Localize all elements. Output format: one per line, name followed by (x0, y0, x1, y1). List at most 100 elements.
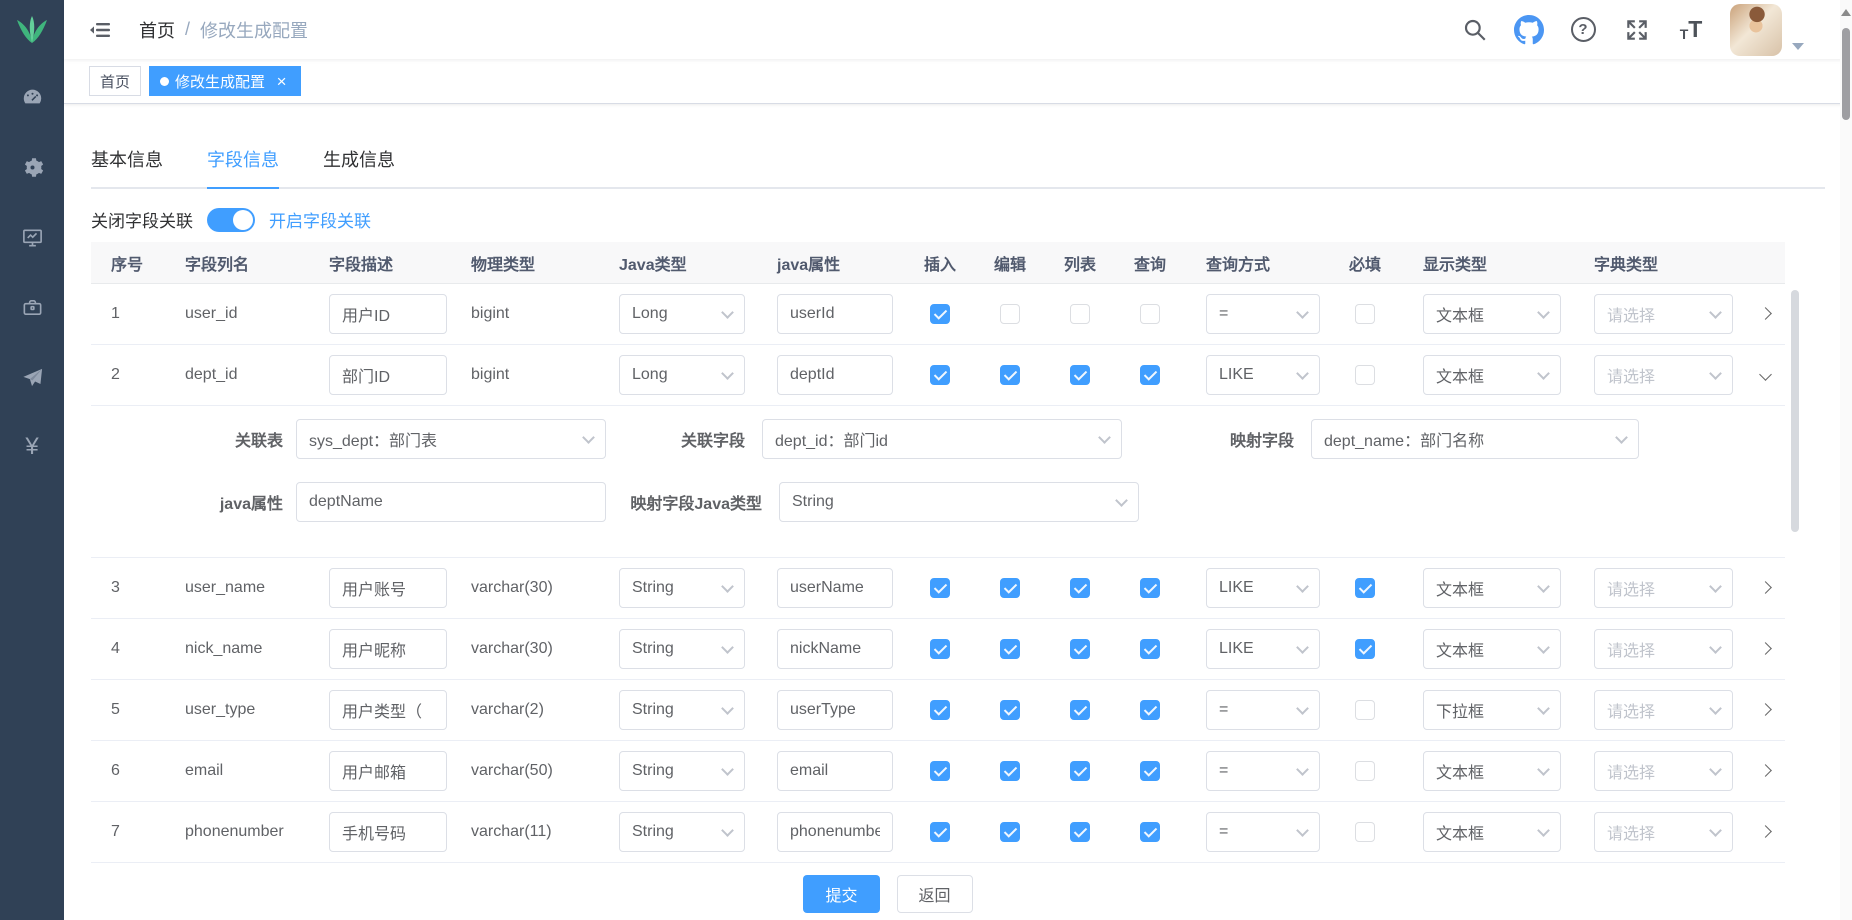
scrollbar-thumb[interactable] (1842, 28, 1850, 120)
query-method-select[interactable]: LIKE (1206, 568, 1320, 608)
query-method-select[interactable]: = (1206, 294, 1320, 334)
query-method-select[interactable]: = (1206, 751, 1320, 791)
sidebar-item-pay[interactable]: ¥ (0, 436, 64, 458)
list-checkbox[interactable] (1070, 578, 1090, 598)
insert-checkbox[interactable] (930, 578, 950, 598)
description-input[interactable] (329, 355, 447, 395)
display-type-select[interactable]: 文本框 (1423, 751, 1561, 791)
dict-type-select[interactable]: 请选择 (1594, 629, 1733, 669)
tab-gen-info[interactable]: 生成信息 (323, 146, 395, 187)
back-button[interactable]: 返回 (897, 875, 973, 913)
insert-checkbox[interactable] (930, 761, 950, 781)
sidebar-item-monitor[interactable] (0, 226, 64, 248)
java-type-select[interactable]: String (619, 629, 745, 669)
java-field-input[interactable] (777, 294, 893, 334)
required-checkbox[interactable] (1355, 822, 1375, 842)
java-field-input[interactable] (777, 629, 893, 669)
list-checkbox[interactable] (1070, 761, 1090, 781)
tag-close-icon[interactable]: × (273, 73, 290, 90)
query-method-select[interactable]: LIKE (1206, 355, 1320, 395)
java-type-select[interactable]: String (619, 568, 745, 608)
display-type-select[interactable]: 文本框 (1423, 294, 1561, 334)
java-field-input[interactable] (777, 355, 893, 395)
expand-arrow-icon[interactable] (1759, 764, 1772, 777)
tab-field-info[interactable]: 字段信息 (207, 146, 279, 189)
description-input[interactable] (329, 812, 447, 852)
java-type-select[interactable]: String (619, 812, 745, 852)
expand-arrow-icon[interactable] (1759, 581, 1772, 594)
query-checkbox[interactable] (1140, 700, 1160, 720)
display-type-select[interactable]: 文本框 (1423, 568, 1561, 608)
relation-field-select[interactable]: dept_id：部门id (762, 419, 1122, 459)
insert-checkbox[interactable] (930, 304, 950, 324)
edit-checkbox[interactable] (1000, 639, 1020, 659)
sidebar-item-system[interactable] (0, 156, 64, 178)
breadcrumb-home-link[interactable]: 首页 (139, 17, 175, 43)
query-checkbox[interactable] (1140, 304, 1160, 324)
table-scrollbar-thumb[interactable] (1791, 290, 1799, 532)
query-method-select[interactable]: = (1206, 690, 1320, 730)
sidebar-fold-icon[interactable] (89, 18, 113, 42)
expand-arrow-icon[interactable] (1759, 825, 1772, 838)
tag-home[interactable]: 首页 (89, 66, 141, 96)
edit-checkbox[interactable] (1000, 578, 1020, 598)
list-checkbox[interactable] (1070, 639, 1090, 659)
expand-arrow-icon[interactable] (1759, 368, 1772, 381)
java-type-select[interactable]: Long (619, 355, 745, 395)
required-checkbox[interactable] (1355, 578, 1375, 598)
display-type-select[interactable]: 文本框 (1423, 355, 1561, 395)
description-input[interactable] (329, 690, 447, 730)
dict-type-select[interactable]: 请选择 (1594, 355, 1733, 395)
list-checkbox[interactable] (1070, 822, 1090, 842)
java-field-input[interactable] (777, 751, 893, 791)
required-checkbox[interactable] (1355, 700, 1375, 720)
edit-checkbox[interactable] (1000, 700, 1020, 720)
java-attr-input[interactable] (296, 482, 606, 522)
description-input[interactable] (329, 294, 447, 334)
relation-table-select[interactable]: sys_dept：部门表 (296, 419, 606, 459)
java-type-select[interactable]: Long (619, 294, 745, 334)
query-checkbox[interactable] (1140, 578, 1160, 598)
page-scrollbar[interactable] (1840, 0, 1852, 920)
expand-arrow-icon[interactable] (1759, 703, 1772, 716)
edit-checkbox[interactable] (1000, 761, 1020, 781)
relation-toggle-switch[interactable] (207, 208, 255, 232)
user-menu[interactable] (1730, 4, 1804, 56)
search-button[interactable] (1460, 15, 1490, 45)
list-checkbox[interactable] (1070, 700, 1090, 720)
description-input[interactable] (329, 751, 447, 791)
query-checkbox[interactable] (1140, 365, 1160, 385)
query-method-select[interactable]: LIKE (1206, 629, 1320, 669)
expand-arrow-icon[interactable] (1759, 642, 1772, 655)
required-checkbox[interactable] (1355, 639, 1375, 659)
query-method-select[interactable]: = (1206, 812, 1320, 852)
edit-checkbox[interactable] (1000, 822, 1020, 842)
dict-type-select[interactable]: 请选择 (1594, 690, 1733, 730)
font-size-button[interactable]: TT (1676, 15, 1706, 45)
java-field-input[interactable] (777, 568, 893, 608)
github-button[interactable] (1514, 15, 1544, 45)
insert-checkbox[interactable] (930, 639, 950, 659)
sidebar-item-tool[interactable] (0, 296, 64, 318)
edit-checkbox[interactable] (1000, 365, 1020, 385)
help-button[interactable]: ? (1568, 15, 1598, 45)
mapping-java-type-select[interactable]: String (779, 482, 1139, 522)
insert-checkbox[interactable] (930, 365, 950, 385)
dict-type-select[interactable]: 请选择 (1594, 812, 1733, 852)
sidebar-item-guide[interactable] (0, 366, 64, 388)
display-type-select[interactable]: 下拉框 (1423, 690, 1561, 730)
insert-checkbox[interactable] (930, 822, 950, 842)
mapping-field-select[interactable]: dept_name：部门名称 (1311, 419, 1639, 459)
tag-current[interactable]: 修改生成配置 × (149, 66, 301, 96)
query-checkbox[interactable] (1140, 639, 1160, 659)
tab-basic-info[interactable]: 基本信息 (91, 146, 163, 187)
java-field-input[interactable] (777, 690, 893, 730)
description-input[interactable] (329, 568, 447, 608)
description-input[interactable] (329, 629, 447, 669)
scrollbar-up-arrow-icon[interactable] (1841, 9, 1851, 16)
query-checkbox[interactable] (1140, 761, 1160, 781)
display-type-select[interactable]: 文本框 (1423, 629, 1561, 669)
java-type-select[interactable]: String (619, 751, 745, 791)
app-logo[interactable] (0, 0, 64, 59)
dict-type-select[interactable]: 请选择 (1594, 751, 1733, 791)
